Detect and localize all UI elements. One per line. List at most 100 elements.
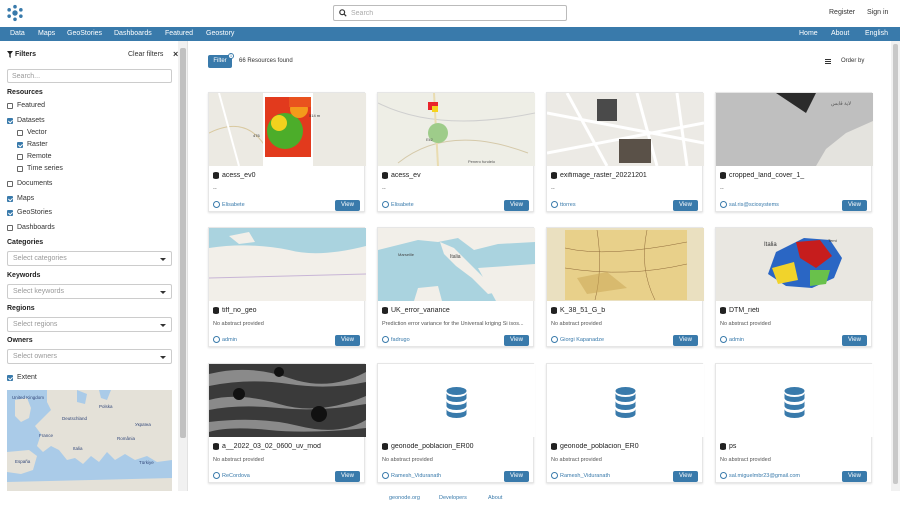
resource-owner[interactable]: sal.miguelmbr23@gmail.com [729, 473, 800, 479]
checkbox-extent[interactable] [7, 375, 13, 381]
regions-select[interactable]: Select regions [7, 317, 172, 332]
search-box[interactable] [333, 5, 567, 21]
view-button[interactable]: View [673, 471, 698, 482]
resource-card[interactable]: Italia Marseille UK_error_variance Predicti… [377, 227, 535, 347]
resource-title[interactable]: ps [729, 443, 869, 450]
resource-thumbnail[interactable] [547, 93, 704, 166]
geonode-logo[interactable] [6, 4, 24, 22]
owners-select[interactable]: Select owners [7, 349, 172, 364]
resource-owner[interactable]: admin [729, 337, 744, 343]
resource-thumbnail[interactable]: Italia Terni [716, 228, 873, 301]
language-selector[interactable]: English [865, 30, 888, 37]
view-button[interactable]: View [504, 471, 529, 482]
clear-filters-link[interactable]: Clear filters [128, 51, 163, 58]
view-button[interactable]: View [335, 471, 360, 482]
nav-item-about[interactable]: About [831, 30, 849, 37]
resource-title[interactable]: DTM_rieti [729, 307, 869, 314]
resource-card[interactable]: tiff_no_geo No abstract provided admin View [208, 227, 366, 347]
keywords-select[interactable]: Select keywords [7, 284, 172, 299]
sidebar-scrollbar-thumb[interactable] [180, 48, 186, 438]
checkbox-time-series[interactable] [17, 166, 23, 172]
nav-item-data[interactable]: Data [10, 30, 25, 37]
resource-thumbnail[interactable] [547, 228, 704, 301]
categories-select[interactable]: Select categories [7, 251, 172, 266]
search-input[interactable] [351, 8, 561, 19]
resource-thumbnail[interactable] [547, 364, 704, 437]
nav-item-geostories[interactable]: GeoStories [67, 30, 102, 37]
resource-title[interactable]: geonode_poblacion_ER00 [391, 443, 531, 450]
resource-card[interactable]: ps No abstract provided sal.miguelmbr23@gm… [715, 363, 873, 483]
resource-owner[interactable]: Elisabete [391, 202, 414, 208]
resource-card[interactable]: لاية قابس cropped_land_cover_1_ -- sal.ris@… [715, 92, 873, 212]
nav-item-maps[interactable]: Maps [38, 30, 55, 37]
view-button[interactable]: View [673, 335, 698, 346]
nav-item-geostory[interactable]: Geostory [206, 30, 234, 37]
signin-link[interactable]: Sign in [867, 9, 888, 16]
resource-title[interactable]: acess_ev [391, 172, 531, 179]
checkbox-remote[interactable] [17, 154, 23, 160]
main-scrollbar-thumb[interactable] [893, 44, 898, 484]
resource-owner[interactable]: fadrugo [391, 337, 410, 343]
extent-map[interactable]: United Kingdom Deutschland France España… [7, 390, 172, 491]
resource-owner[interactable]: Ramesh_Viduranath [560, 473, 610, 479]
resource-title[interactable]: exifimage_raster_20221201 [560, 172, 700, 179]
resource-title[interactable]: cropped_land_cover_1_ [729, 172, 869, 179]
view-button[interactable]: View [335, 200, 360, 211]
resource-card[interactable]: a__2022_03_02_0600_uv_mod No abstract pro… [208, 363, 366, 483]
nav-item-dashboards[interactable]: Dashboards [114, 30, 152, 37]
resource-thumbnail[interactable] [378, 364, 535, 437]
nav-item-home[interactable]: Home [799, 30, 818, 37]
resource-card[interactable]: Penero fundelo Ek2 acess_ev -- Elisabete View [377, 92, 535, 212]
resource-owner[interactable]: admin [222, 337, 237, 343]
resource-card[interactable]: exifimage_raster_20221201 -- ttorres View [546, 92, 704, 212]
resource-thumbnail[interactable] [209, 364, 366, 437]
view-button[interactable]: View [842, 200, 867, 211]
resource-owner[interactable]: sal.ris@sciosystems [729, 202, 779, 208]
resource-owner[interactable]: Elisabete [222, 202, 245, 208]
checkbox-datasets[interactable] [7, 118, 13, 124]
resource-card[interactable]: geonode_poblacion_ER0 No abstract provide… [546, 363, 704, 483]
checkbox-featured[interactable] [7, 103, 13, 109]
resource-title[interactable]: K_38_51_G_b [560, 307, 700, 314]
resource-card[interactable]: geonode_poblacion_ER00 No abstract provid… [377, 363, 535, 483]
resource-thumbnail[interactable] [209, 228, 366, 301]
resource-abstract: Prediction error variance for the Univer… [382, 321, 524, 327]
view-button[interactable]: View [504, 335, 529, 346]
view-button[interactable]: View [842, 335, 867, 346]
resource-owner[interactable]: Ramesh_Viduranath [391, 473, 441, 479]
resource-title[interactable]: acess_ev0 [222, 172, 362, 179]
checkbox-geostories[interactable] [7, 210, 13, 216]
resource-thumbnail[interactable]: Penero fundelo Ek2 [378, 93, 535, 166]
resource-thumbnail[interactable] [716, 364, 873, 437]
order-by-dropdown[interactable]: Order by [841, 58, 864, 64]
register-link[interactable]: Register [829, 9, 855, 16]
resource-title[interactable]: tiff_no_geo [222, 307, 362, 314]
view-button[interactable]: View [335, 335, 360, 346]
resource-card[interactable]: 514 m 476 acess_ev0 -- Elisabete View [208, 92, 366, 212]
filter-search-field[interactable]: Search... [7, 69, 172, 83]
checkbox-documents[interactable] [7, 181, 13, 187]
resource-card[interactable]: K_38_51_G_b No abstract provided Giorgi Ka… [546, 227, 704, 347]
footer-link-developers[interactable]: Developers [439, 495, 467, 501]
footer-link-about[interactable]: About [488, 495, 502, 501]
checkbox-raster[interactable] [17, 142, 23, 148]
checkbox-vector[interactable] [17, 130, 23, 136]
resource-owner[interactable]: ttorres [560, 202, 576, 208]
view-button[interactable]: View [504, 200, 529, 211]
resource-owner[interactable]: ReCordova [222, 473, 250, 479]
resource-title[interactable]: geonode_poblacion_ER0 [560, 443, 700, 450]
checkbox-maps[interactable] [7, 196, 13, 202]
resource-title[interactable]: a__2022_03_02_0600_uv_mod [222, 443, 362, 450]
resource-thumbnail[interactable]: 514 m 476 [209, 93, 366, 166]
checkbox-dashboards[interactable] [7, 225, 13, 231]
resource-thumbnail[interactable]: Italia Marseille [378, 228, 535, 301]
view-button[interactable]: View [842, 471, 867, 482]
resource-thumbnail[interactable]: لاية قابس [716, 93, 873, 166]
list-view-icon[interactable] [825, 59, 831, 64]
resource-owner[interactable]: Giorgi Kapanadze [560, 337, 604, 343]
nav-item-featured[interactable]: Featured [165, 30, 193, 37]
resource-card[interactable]: Italia Terni DTM_rieti No abstract provided… [715, 227, 873, 347]
resource-title[interactable]: UK_error_variance [391, 307, 531, 314]
view-button[interactable]: View [673, 200, 698, 211]
footer-link-geonode[interactable]: geonode.org [389, 495, 420, 501]
